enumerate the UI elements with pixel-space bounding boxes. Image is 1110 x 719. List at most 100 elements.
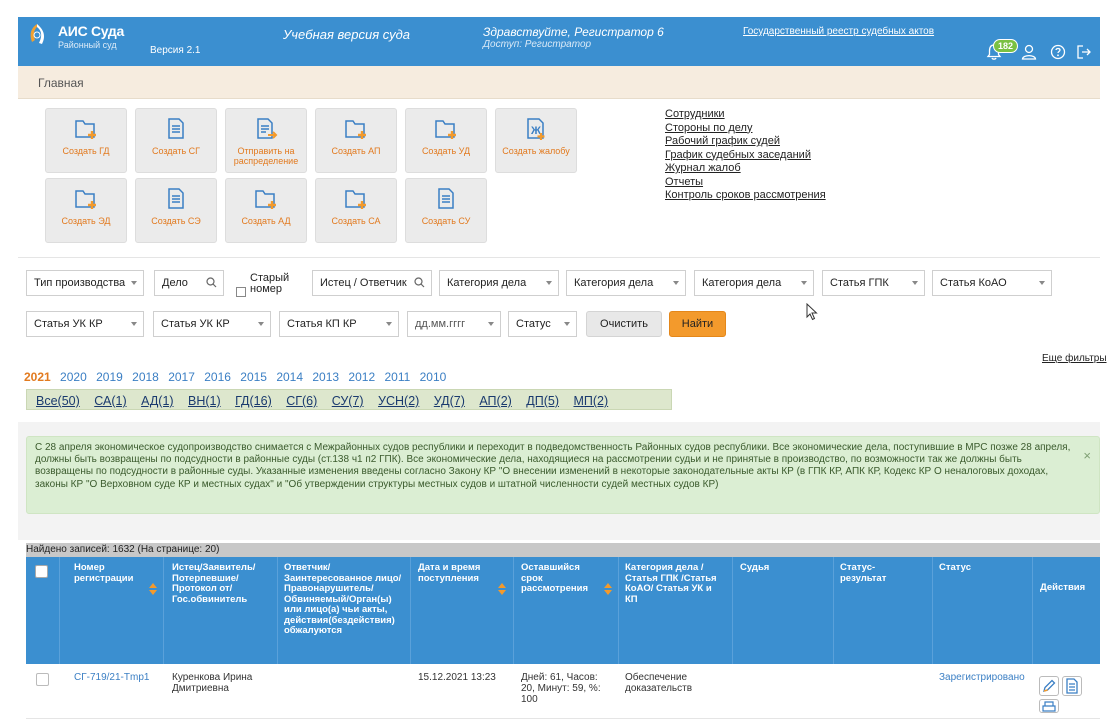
- gpk-article-select[interactable]: Статья ГПК: [822, 270, 925, 296]
- old-number-checkbox[interactable]: [236, 287, 246, 297]
- category-tab[interactable]: МП(2): [573, 394, 608, 408]
- sort-asc-icon[interactable]: [498, 583, 506, 588]
- koao-article-select[interactable]: Статья КоАО: [932, 270, 1052, 296]
- year-tab[interactable]: 2014: [276, 370, 303, 384]
- sort-asc-icon[interactable]: [604, 583, 612, 588]
- old-number-label: Старый номер: [250, 272, 290, 295]
- col-category: Категория дела / Статья ГПК /Статья КоАО…: [625, 562, 717, 605]
- sort-desc-icon[interactable]: [604, 590, 612, 595]
- category-tab[interactable]: ВН(1): [188, 394, 221, 408]
- kp-article-select[interactable]: Статья КП КР: [279, 311, 399, 337]
- year-tab[interactable]: 2016: [204, 370, 231, 384]
- link-judges-schedule[interactable]: Рабочий график судей: [665, 135, 826, 149]
- registry-link[interactable]: Государственный реестр судебных актов: [743, 26, 934, 37]
- app-title: АИС Суда: [58, 23, 124, 39]
- uk-article-select-2[interactable]: Статья УК КР: [153, 311, 271, 337]
- create-gd-button[interactable]: Создать ГД: [45, 108, 127, 173]
- category-tab[interactable]: СА(1): [94, 394, 126, 408]
- send-to-distribution-button[interactable]: Отправить на распределение: [225, 108, 307, 173]
- table-row[interactable]: СГ-719/21-Tmp1 Куренкова Ирина Дмитриевн…: [26, 664, 1100, 719]
- col-status: Статус: [939, 562, 972, 573]
- category-tab[interactable]: АД(1): [141, 394, 174, 408]
- col-actions: Действия: [1040, 582, 1086, 593]
- link-employees[interactable]: Сотрудники: [665, 108, 826, 122]
- date-input[interactable]: дд.мм.гггг: [407, 311, 501, 337]
- create-ad-button[interactable]: Создать АД: [225, 178, 307, 243]
- category-tab[interactable]: СУ(7): [332, 394, 364, 408]
- category-tab[interactable]: УСН(2): [378, 394, 419, 408]
- document-send-icon: [257, 118, 278, 139]
- col-remaining[interactable]: Оставшийся срок рассмотрения: [521, 562, 599, 595]
- year-tab[interactable]: 2019: [96, 370, 123, 384]
- create-ap-button[interactable]: Создать АП: [315, 108, 397, 173]
- year-tab[interactable]: 2020: [60, 370, 87, 384]
- folder-plus-icon: [345, 120, 366, 139]
- case-number-link[interactable]: СГ-719/21-Tmp1: [74, 672, 149, 683]
- complaint-icon: Ж: [527, 118, 545, 140]
- create-ud-button[interactable]: Создать УД: [405, 108, 487, 173]
- category-tab[interactable]: АП(2): [479, 394, 511, 408]
- create-sa-button[interactable]: Создать СА: [315, 178, 397, 243]
- close-icon[interactable]: ×: [1083, 449, 1091, 462]
- cell-remaining: Дней: 61, Часов: 20, Минут: 59, %: 100: [521, 672, 601, 705]
- print-button[interactable]: [1039, 699, 1059, 713]
- row-checkbox[interactable]: [36, 673, 49, 686]
- year-tab[interactable]: 2012: [348, 370, 375, 384]
- case-search-input[interactable]: Дело: [154, 270, 224, 296]
- create-complaint-button[interactable]: Ж Создать жалобу: [495, 108, 577, 173]
- breadcrumb[interactable]: Главная: [38, 76, 84, 90]
- edu-version-label: Учебная версия суда: [283, 27, 411, 42]
- chevron-down-icon: [546, 281, 552, 285]
- notification-count-badge[interactable]: 182: [993, 39, 1019, 53]
- mouse-cursor-icon: [806, 303, 818, 321]
- chevron-down-icon: [1039, 281, 1045, 285]
- select-all-checkbox[interactable]: [35, 565, 48, 578]
- year-tab[interactable]: 2010: [420, 370, 447, 384]
- chevron-down-icon: [673, 281, 679, 285]
- category-tab[interactable]: УД(7): [434, 394, 465, 408]
- find-button[interactable]: Найти: [669, 311, 726, 337]
- category-tab[interactable]: ГД(16): [235, 394, 272, 408]
- col-date[interactable]: Дата и время поступления: [418, 562, 494, 584]
- category-select-1[interactable]: Категория дела: [439, 270, 559, 296]
- year-tab[interactable]: 2018: [132, 370, 159, 384]
- link-reports[interactable]: Отчеты: [665, 176, 826, 190]
- sort-desc-icon[interactable]: [498, 590, 506, 595]
- link-parties[interactable]: Стороны по делу: [665, 122, 826, 136]
- sort-asc-icon[interactable]: [149, 583, 157, 588]
- more-filters-link[interactable]: Еще фильтры: [1042, 353, 1107, 364]
- link-deadline-control[interactable]: Контроль сроков рассмотрения: [665, 189, 826, 203]
- status-select[interactable]: Статус: [508, 311, 577, 337]
- create-ed-button[interactable]: Создать ЭД: [45, 178, 127, 243]
- clear-button[interactable]: Очистить: [586, 311, 662, 337]
- edit-button[interactable]: [1039, 676, 1059, 696]
- user-icon[interactable]: [1020, 43, 1038, 61]
- proc-type-select[interactable]: Тип производства: [26, 270, 144, 296]
- category-select-2[interactable]: Категория дела: [566, 270, 686, 296]
- create-su-button[interactable]: Создать СУ: [405, 178, 487, 243]
- link-complaints-journal[interactable]: Журнал жалоб: [665, 162, 826, 176]
- year-tab[interactable]: 2015: [240, 370, 267, 384]
- year-tab[interactable]: 2013: [312, 370, 339, 384]
- folder-plus-icon: [75, 120, 96, 139]
- view-document-button[interactable]: [1062, 676, 1082, 696]
- create-sg-button[interactable]: Создать СГ: [135, 108, 217, 173]
- create-se-button[interactable]: Создать СЭ: [135, 178, 217, 243]
- help-icon[interactable]: [1049, 43, 1067, 61]
- year-tab[interactable]: 2011: [384, 370, 410, 384]
- year-tab[interactable]: 2017: [168, 370, 195, 384]
- app-header: АИС Суда Районный суд Версия 2.1 Учебная…: [18, 17, 1100, 66]
- year-tab[interactable]: 2021: [24, 370, 51, 384]
- notice-alert: С 28 апреля экономическое судопроизводст…: [26, 436, 1100, 514]
- category-tabs: Все(50) СА(1) АД(1) ВН(1) ГД(16) СГ(6) С…: [26, 389, 672, 410]
- party-search-input[interactable]: Истец / Ответчик: [312, 270, 432, 296]
- sort-desc-icon[interactable]: [149, 590, 157, 595]
- link-hearings-schedule[interactable]: График судебных заседаний: [665, 149, 826, 163]
- category-select-3[interactable]: Категория дела: [694, 270, 814, 296]
- category-tab[interactable]: СГ(6): [286, 394, 317, 408]
- logout-icon[interactable]: [1075, 43, 1093, 61]
- col-number[interactable]: Номер регистрации: [74, 562, 133, 584]
- category-tab[interactable]: ДП(5): [526, 394, 559, 408]
- uk-article-select-1[interactable]: Статья УК КР: [26, 311, 144, 337]
- category-tab[interactable]: Все(50): [36, 394, 80, 408]
